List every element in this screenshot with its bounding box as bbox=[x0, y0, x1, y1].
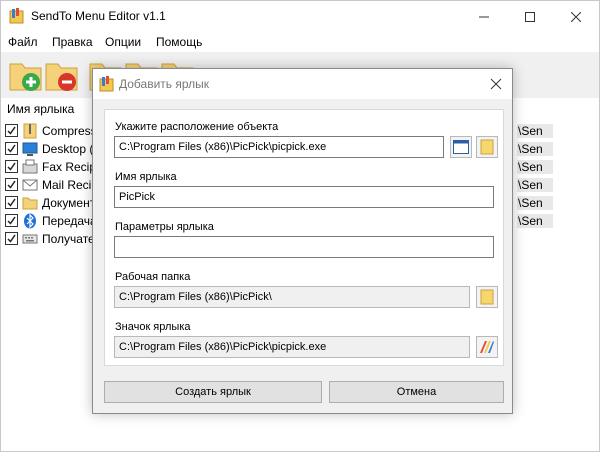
workdir-label: Рабочая папка bbox=[115, 271, 191, 283]
minimize-icon bbox=[479, 16, 489, 17]
picpick-icon bbox=[480, 341, 494, 353]
item-checkbox[interactable] bbox=[5, 232, 18, 245]
app-icon bbox=[9, 8, 24, 24]
dialog-close-icon[interactable] bbox=[489, 77, 503, 91]
close-button[interactable] bbox=[553, 1, 599, 32]
add-shortcut-dialog: Добавить ярлык Укажите расположение объе… bbox=[92, 68, 513, 414]
item-checkbox[interactable] bbox=[5, 124, 18, 137]
menu-file[interactable]: Файл bbox=[8, 35, 38, 49]
mail-icon bbox=[22, 179, 38, 191]
maximize-button[interactable] bbox=[507, 1, 553, 32]
folder-icon bbox=[22, 197, 38, 210]
item-path: \Sen bbox=[517, 196, 553, 210]
app-icon bbox=[99, 76, 114, 92]
item-name: Desktop (c bbox=[42, 142, 100, 156]
title-bar[interactable]: SendTo Menu Editor v1.1 bbox=[1, 1, 599, 32]
folder-icon bbox=[480, 289, 494, 305]
folder-icon bbox=[480, 139, 494, 155]
keyboard-icon bbox=[22, 234, 38, 244]
name-label: Имя ярлыка bbox=[115, 171, 177, 183]
bluetooth-icon bbox=[24, 213, 36, 229]
browse-workdir-button[interactable] bbox=[476, 286, 498, 308]
minimize-button[interactable] bbox=[461, 1, 507, 32]
menu-help[interactable]: Помощь bbox=[156, 35, 202, 49]
window-icon bbox=[453, 140, 469, 154]
fax-icon bbox=[22, 159, 38, 174]
item-path: \Sen bbox=[517, 142, 553, 156]
name-input[interactable]: PicPick bbox=[114, 186, 494, 208]
location-input[interactable]: C:\Program Files (x86)\PicPick\picpick.e… bbox=[114, 136, 444, 158]
params-label: Параметры ярлыка bbox=[115, 221, 214, 233]
choose-icon-button[interactable] bbox=[476, 336, 498, 358]
icon-input[interactable]: C:\Program Files (x86)\PicPick\picpick.e… bbox=[114, 336, 470, 358]
item-path: \Sen bbox=[517, 214, 553, 228]
browse-file-button[interactable] bbox=[450, 136, 472, 158]
close-icon bbox=[571, 11, 581, 22]
item-name: Документ bbox=[42, 196, 96, 210]
item-checkbox[interactable] bbox=[5, 142, 18, 155]
dialog-form-panel: Укажите расположение объекта C:\Program … bbox=[104, 109, 504, 366]
zip-folder-icon bbox=[23, 123, 37, 139]
icon-label: Значок ярлыка bbox=[115, 321, 191, 333]
remove-folder-icon[interactable] bbox=[43, 56, 81, 94]
item-path: \Sen bbox=[517, 178, 553, 192]
dialog-title: Добавить ярлык bbox=[119, 77, 210, 91]
item-checkbox[interactable] bbox=[5, 160, 18, 173]
menu-bar: Файл Правка Опции Помощь bbox=[1, 32, 599, 52]
menu-options[interactable]: Опции bbox=[105, 35, 141, 49]
location-label: Укажите расположение объекта bbox=[115, 121, 279, 133]
workdir-input[interactable]: C:\Program Files (x86)\PicPick\ bbox=[114, 286, 470, 308]
add-folder-icon[interactable] bbox=[7, 56, 45, 94]
browse-folder-button[interactable] bbox=[476, 136, 498, 158]
item-checkbox[interactable] bbox=[5, 196, 18, 209]
create-shortcut-button[interactable]: Создать ярлык bbox=[104, 381, 322, 403]
item-path: \Sen bbox=[517, 124, 553, 138]
desktop-icon bbox=[22, 142, 38, 156]
cancel-button[interactable]: Отмена bbox=[329, 381, 504, 403]
maximize-icon bbox=[525, 11, 535, 22]
item-checkbox[interactable] bbox=[5, 214, 18, 227]
item-checkbox[interactable] bbox=[5, 178, 18, 191]
dialog-title-bar[interactable]: Добавить ярлык bbox=[93, 69, 512, 99]
item-name: Передача bbox=[42, 214, 97, 228]
params-input[interactable] bbox=[114, 236, 494, 258]
window-title: SendTo Menu Editor v1.1 bbox=[31, 9, 166, 23]
column-header-name[interactable]: Имя ярлыка bbox=[7, 102, 74, 116]
menu-edit[interactable]: Правка bbox=[52, 35, 93, 49]
item-path: \Sen bbox=[517, 160, 553, 174]
